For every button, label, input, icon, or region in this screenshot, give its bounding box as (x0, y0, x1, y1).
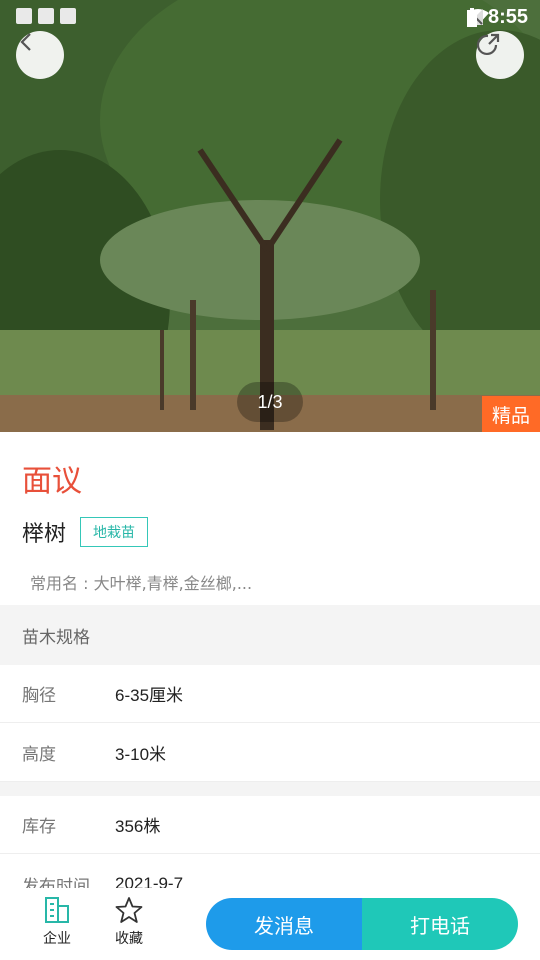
spec-value: 6-35厘米 (115, 686, 184, 705)
notification-icon (16, 8, 32, 24)
price: 面议 (22, 464, 82, 499)
bottom-action-bar: 企业 收藏 发消息 打电话 (0, 888, 540, 960)
spec-row: 高度 3-10米 (0, 724, 540, 782)
common-name[interactable]: 常用名 : 大叶榉,青榉,金丝榔,... (30, 570, 252, 594)
spec-label: 高度 (22, 745, 56, 765)
product-name: 榉树 (22, 522, 67, 547)
send-message-button[interactable]: 发消息 (206, 898, 362, 950)
premium-badge: 精品 (482, 396, 540, 432)
company-button[interactable]: 企业 (27, 896, 87, 948)
back-arrow-icon (20, 33, 31, 51)
share-button[interactable] (476, 31, 524, 79)
info-value: 356株 (115, 817, 161, 836)
share-icon (476, 33, 500, 56)
favorite-label: 收藏 (115, 931, 143, 947)
section-divider (0, 782, 540, 796)
back-button[interactable] (16, 31, 64, 79)
info-label: 库存 (22, 817, 56, 837)
star-icon (115, 897, 143, 923)
info-row: 库存 356株 (0, 796, 540, 854)
favorite-button[interactable]: 收藏 (99, 896, 159, 948)
spec-value: 3-10米 (115, 745, 167, 764)
status-time: 8:55 (487, 6, 528, 28)
spec-label: 胸径 (22, 686, 56, 706)
image-pager: 1/3 (237, 382, 303, 422)
title-row: 榉树 地栽苗 (22, 516, 149, 548)
company-label: 企业 (43, 931, 71, 947)
battery-icon (467, 8, 477, 27)
notification-icons (16, 8, 76, 24)
tree-photo (0, 0, 540, 432)
spec-section-title: 苗木规格 (0, 605, 540, 665)
status-bar: 8:55 (0, 0, 540, 36)
contact-buttons: 发消息 打电话 (206, 898, 518, 950)
spec-row: 胸径 6-35厘米 (0, 665, 540, 723)
company-icon (45, 897, 69, 923)
product-image[interactable]: 8:55 1/3 精品 (0, 0, 540, 432)
notification-icon (38, 8, 54, 24)
notification-icon (60, 8, 76, 24)
call-button[interactable]: 打电话 (362, 898, 518, 950)
planting-tag: 地栽苗 (80, 517, 149, 547)
